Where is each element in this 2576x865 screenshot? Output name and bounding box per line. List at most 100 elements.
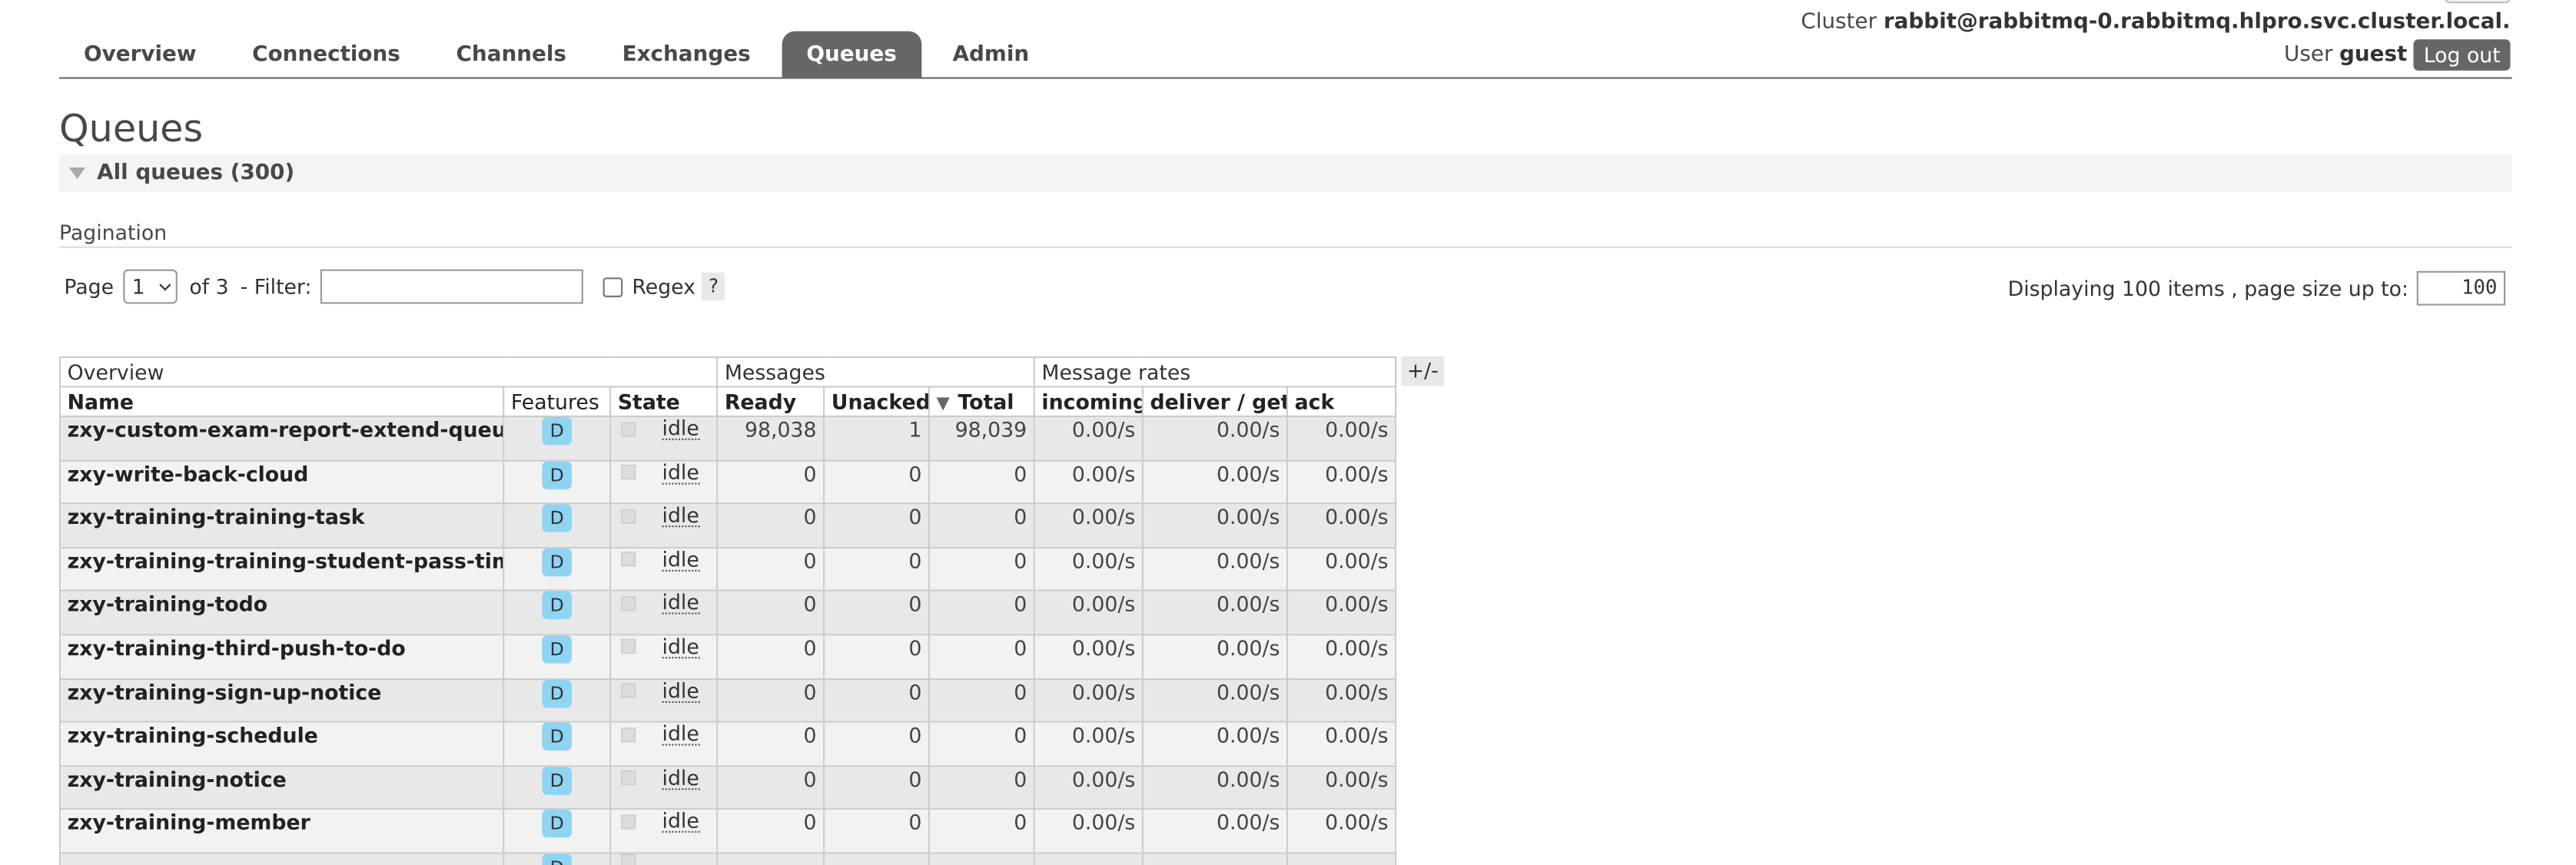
queues-table: Overview Messages Message rates Name Fea… <box>58 356 1397 865</box>
state-cell: idle <box>609 677 719 723</box>
unacked-cell: 0 <box>823 634 931 680</box>
queue-name-link[interactable]: zxy-training-todo <box>58 590 505 636</box>
state-text: idle <box>662 635 699 659</box>
ack-rate-cell: 0.00/s <box>1286 721 1397 767</box>
tab-channels[interactable]: Channels <box>431 31 591 78</box>
deliver-get-rate-cell: 0.00/s <box>1141 808 1289 854</box>
queue-name-link[interactable]: zxy-training-sign-up-notice <box>58 677 505 723</box>
state-text: idle <box>662 809 699 834</box>
state-cell: idle <box>609 546 719 592</box>
page-select[interactable]: 1 <box>123 269 178 304</box>
queue-name-link[interactable]: zxy-training-schedule <box>58 721 505 767</box>
section-title: All queues (300) <box>97 161 295 186</box>
total-cell: 0 <box>928 502 1035 548</box>
table-row: zxy-training-sign-up-notice Didle 0 0 0 0.00/… <box>58 677 1397 723</box>
tab-connections[interactable]: Connections <box>227 31 425 78</box>
incoming-rate-cell: 0.00/s <box>1033 459 1144 505</box>
queue-name-link[interactable]: zxy-write-back-cloud <box>58 459 505 505</box>
state-text: idle <box>662 503 699 528</box>
col-header-total-label: Total <box>958 389 1014 414</box>
page-size-input[interactable]: 100 <box>2416 270 2506 306</box>
queue-name-link[interactable]: zxy-training-training-student-pass-time <box>58 546 505 592</box>
features-cell: D <box>503 590 612 636</box>
queue-name-link[interactable]: zxy-training-member <box>58 808 505 854</box>
ready-cell: 98,038 <box>716 415 825 461</box>
unacked-cell: 0 <box>823 677 931 723</box>
durable-badge: D <box>542 810 572 839</box>
total-cell: 0 <box>928 634 1035 680</box>
col-header-deliver-get[interactable]: deliver / get <box>1141 386 1289 418</box>
features-cell: D <box>503 721 612 767</box>
durable-badge: D <box>542 418 572 446</box>
group-header-messages: Messages <box>716 356 1035 388</box>
tab-queues[interactable]: Queues <box>782 31 921 78</box>
display-info: Displaying 100 items , page size up to: … <box>2008 270 2506 306</box>
state-indicator-icon <box>621 814 636 830</box>
unacked-cell: 0 <box>823 764 931 810</box>
table-row: zxy-training-notice Didle 0 0 0 0.00/s 0.00/s 0… <box>58 764 1397 810</box>
pagination-label: Pagination <box>58 220 168 245</box>
ack-rate-cell: 0.00/s <box>1286 459 1397 505</box>
incoming-rate-cell: 0.00/s <box>1033 590 1144 636</box>
col-header-ack[interactable]: ack <box>1286 386 1397 418</box>
tab-overview[interactable]: Overview <box>59 31 221 78</box>
durable-badge: D <box>542 724 572 751</box>
durable-badge: D <box>542 636 572 664</box>
table-row: zxy-write-back-cloud Didle 0 0 0 0.00/s 0.00/s… <box>58 459 1397 505</box>
unacked-cell: 0 <box>823 590 931 636</box>
incoming-rate-cell: 0.00/s <box>1033 721 1144 767</box>
col-header-ready[interactable]: Ready <box>716 386 825 418</box>
sort-descending-icon <box>936 397 950 411</box>
col-header-incoming[interactable]: incoming <box>1033 386 1144 418</box>
filter-label: - Filter: <box>240 274 312 300</box>
durable-badge: D <box>542 592 572 620</box>
total-cell: 0 <box>928 459 1035 505</box>
all-queues-section-toggle[interactable]: All queues (300) <box>58 154 2512 193</box>
regex-label: Regex <box>632 274 695 300</box>
queue-name-link[interactable]: zxy-training-third-push-to-do <box>58 634 505 680</box>
deliver-get-rate-cell <box>1141 852 1289 865</box>
queue-name-link[interactable]: zxy-training-training-task <box>58 502 505 548</box>
ack-rate-cell: 0.00/s <box>1286 415 1397 461</box>
table-row: D <box>58 852 1397 865</box>
col-header-state[interactable]: State <box>609 386 719 418</box>
state-cell: idle <box>609 634 719 680</box>
ack-rate-cell: 0.00/s <box>1286 634 1397 680</box>
deliver-get-rate-cell: 0.00/s <box>1141 415 1289 461</box>
deliver-get-rate-cell: 0.00/s <box>1141 546 1289 592</box>
table-row: zxy-training-todo Didle 0 0 0 0.00/s 0.00/s 0.0… <box>58 590 1397 636</box>
col-header-features: Features <box>503 386 612 418</box>
state-indicator-icon <box>621 509 636 524</box>
queue-name-link[interactable] <box>58 852 505 865</box>
page-label: Page <box>64 274 115 300</box>
total-cell: 98,039 <box>928 415 1035 461</box>
filter-row: Page 1 of 3 - Filter: Regex ? <box>64 269 725 304</box>
col-header-unacked[interactable]: Unacked <box>823 386 931 418</box>
filter-input[interactable] <box>320 269 583 304</box>
chevron-down-icon <box>159 278 171 290</box>
features-cell: D <box>503 852 612 865</box>
tab-exchanges[interactable]: Exchanges <box>598 31 775 78</box>
state-text: idle <box>662 591 699 615</box>
columns-toggle-button[interactable]: +/- <box>1401 356 1445 386</box>
table-row: zxy-training-training-student-pass-time D… <box>58 546 1397 592</box>
durable-badge: D <box>542 680 572 708</box>
queue-name-link[interactable]: zxy-training-notice <box>58 764 505 810</box>
state-cell: idle <box>609 721 719 767</box>
col-header-name[interactable]: Name <box>58 386 505 418</box>
state-cell: idle <box>609 590 719 636</box>
tab-admin[interactable]: Admin <box>928 31 1054 78</box>
queue-name-link[interactable]: zxy-custom-exam-report-extend-queue <box>58 415 505 461</box>
incoming-rate-cell <box>1033 852 1144 865</box>
unacked-cell <box>823 852 931 865</box>
features-cell: D <box>503 677 612 723</box>
regex-help-button[interactable]: ? <box>702 272 725 301</box>
features-cell: D <box>503 415 612 461</box>
state-indicator-icon <box>621 727 636 742</box>
col-header-total[interactable]: Total <box>928 386 1035 418</box>
incoming-rate-cell: 0.00/s <box>1033 415 1144 461</box>
top-right-button-stub[interactable] <box>2445 0 2511 4</box>
ack-rate-cell: 0.00/s <box>1286 590 1397 636</box>
incoming-rate-cell: 0.00/s <box>1033 546 1144 592</box>
regex-checkbox[interactable] <box>602 277 622 297</box>
